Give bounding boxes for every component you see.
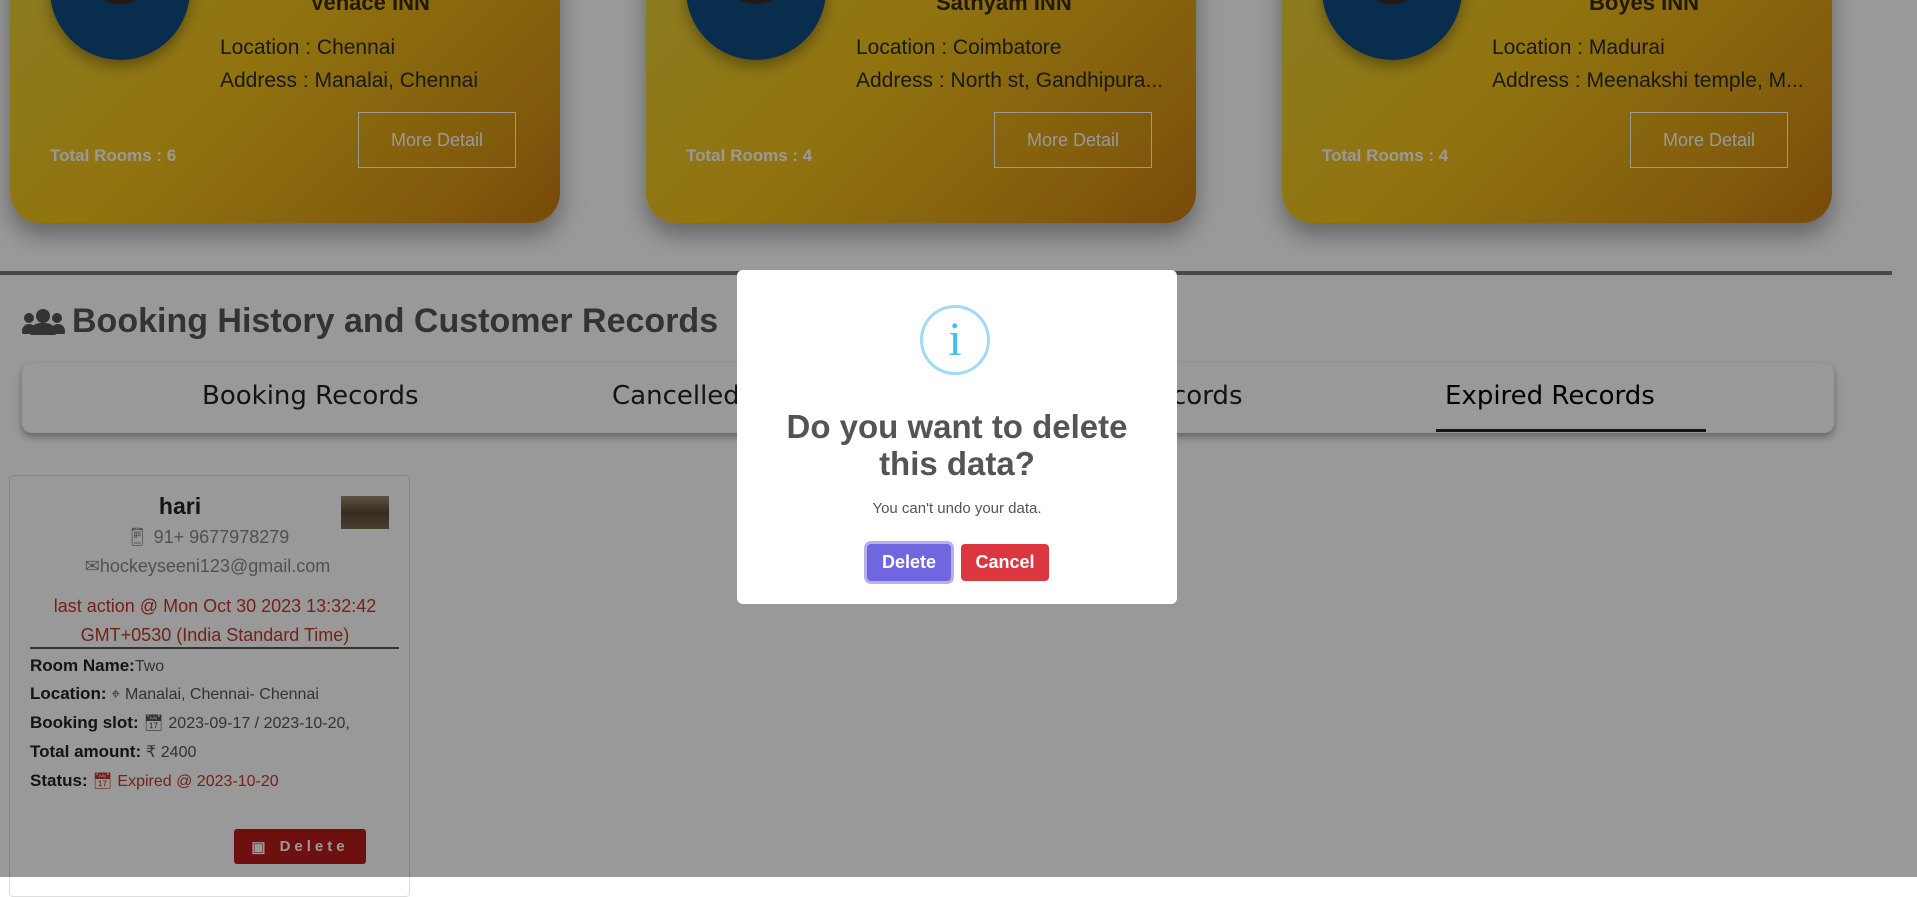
dialog-title: Do you want to delete this data? bbox=[786, 408, 1128, 482]
confirm-delete-button[interactable]: Delete bbox=[867, 544, 951, 581]
info-icon: i bbox=[920, 305, 990, 375]
cancel-button[interactable]: Cancel bbox=[961, 544, 1049, 581]
dialog-text: You can't undo your data. bbox=[872, 500, 1042, 517]
confirm-dialog: i Do you want to delete this data? You c… bbox=[737, 270, 1177, 604]
